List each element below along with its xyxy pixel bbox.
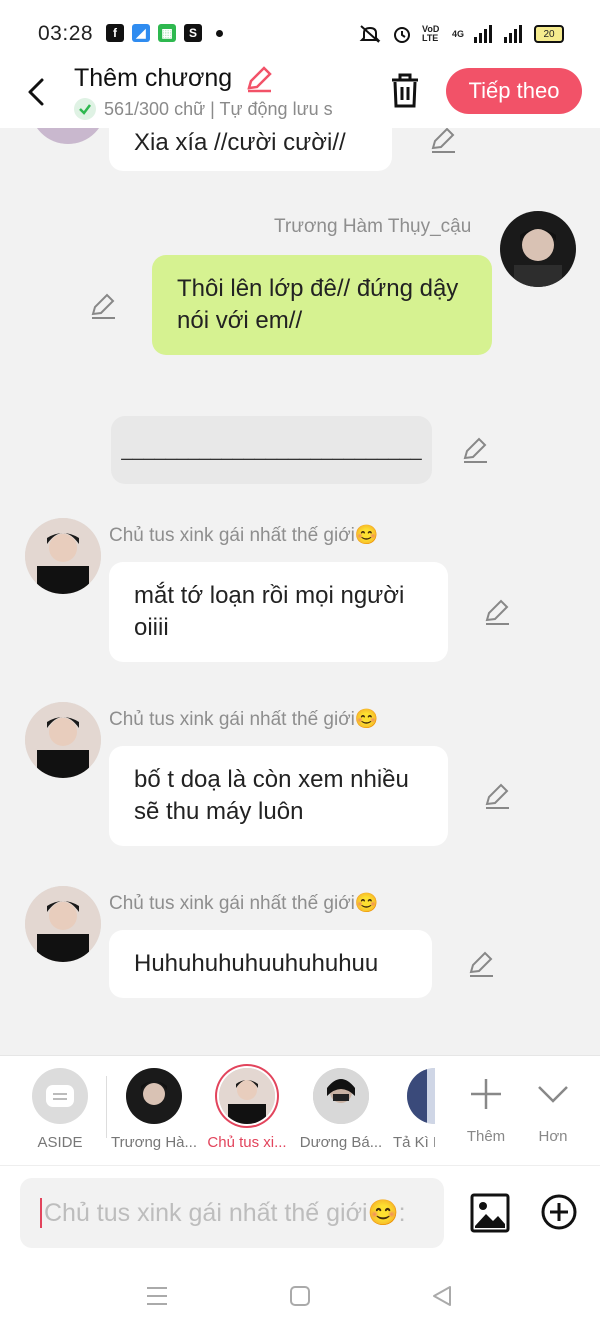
sender-name: Chủ tus xink gái nhất thế giới😊 <box>109 525 379 546</box>
aside-icon <box>32 1068 88 1124</box>
sender-name: Chủ tus xink gái nhất thế giới😊 <box>109 893 379 914</box>
save-status: 561/300 chữ | Tự động lưu s <box>74 96 364 122</box>
divider <box>106 1076 107 1138</box>
sender-name: Chủ tus xink gái nhất thế giới😊 <box>109 709 379 730</box>
message-text: mắt tớ loạn rồi mọi người oiiii <box>134 582 405 641</box>
trash-icon[interactable] <box>388 70 422 110</box>
image-icon[interactable] <box>470 1193 510 1233</box>
home-icon[interactable] <box>289 1285 311 1307</box>
avatar[interactable] <box>25 886 101 962</box>
message-input[interactable]: Chủ tus xink gái nhất thế giới😊: <box>20 1178 444 1248</box>
character-item[interactable]: Trương Hà... <box>109 1068 199 1151</box>
input-bar: Chủ tus xink gái nhất thế giới😊: <box>0 1165 600 1266</box>
chevron-down-icon <box>538 1086 568 1103</box>
edit-message-icon[interactable] <box>88 291 118 321</box>
character-label: ASIDE <box>37 1134 83 1151</box>
avatar <box>219 1068 275 1124</box>
more-label: Hơn <box>538 1128 568 1145</box>
menu-icon[interactable] <box>145 1285 169 1307</box>
store-app-icon: ▦ <box>158 24 176 42</box>
avatar <box>126 1068 182 1124</box>
battery-icon: 20 <box>534 25 564 43</box>
character-label: Dương Bá... <box>299 1134 383 1151</box>
more-button[interactable]: Hơn <box>523 1068 583 1145</box>
avatar[interactable] <box>500 211 576 287</box>
message-text: Thôi lên lớp đê// đứng dậy nói với em// <box>177 275 459 334</box>
mute-icon <box>359 25 381 43</box>
character-label: Trương Hà... <box>110 1134 197 1151</box>
editor-header: Thêm chương 561/300 chữ | Tự động lưu s … <box>0 62 600 128</box>
alarm-icon <box>393 27 410 43</box>
system-icons: VoD LTE 4G 20 <box>358 24 564 44</box>
system-nav-bar <box>0 1265 600 1333</box>
network-label: VoD LTE <box>421 24 440 43</box>
aside-bubble[interactable]: ___________________________ <box>111 416 432 484</box>
facebook-app-icon: f <box>106 24 124 42</box>
add-circle-icon[interactable] <box>540 1193 578 1231</box>
chat-area: Xia xía //cười cười// Trương Hàm Thụy_cậ… <box>0 128 600 1055</box>
input-placeholder: Chủ tus xink gái nhất thế giới😊: <box>44 1198 406 1227</box>
message-bubble[interactable]: Xia xía //cười cười// <box>109 128 392 171</box>
check-icon <box>74 98 96 120</box>
message-bubble[interactable]: Huhuhuhuhuuhuhuhuu <box>109 930 432 998</box>
word-count: 561/300 chữ | Tự động lưu s <box>104 98 333 119</box>
signal-icon <box>474 25 492 43</box>
edit-message-icon[interactable] <box>460 435 490 465</box>
back-nav-icon[interactable] <box>430 1284 454 1308</box>
shopee-app-icon: S <box>184 24 202 42</box>
add-character-button[interactable]: Thêm <box>456 1068 516 1145</box>
plus-icon <box>471 1079 501 1109</box>
signal-2-icon <box>504 25 522 43</box>
edit-message-icon[interactable] <box>482 781 512 811</box>
avatar[interactable] <box>25 702 101 778</box>
character-aside[interactable]: ASIDE <box>15 1068 105 1151</box>
message-text: bố t doạ là còn xem nhiều sẽ thu máy luô… <box>134 766 409 825</box>
avatar[interactable] <box>25 518 101 594</box>
message-text: Xia xía //cười cười// <box>134 128 346 156</box>
aside-text: ___________________________ <box>121 439 422 461</box>
edit-message-icon[interactable] <box>428 128 458 155</box>
avatar <box>313 1068 369 1124</box>
avatar[interactable] <box>30 128 106 144</box>
status-bar: 03:28 f ◢ ▦ S VoD LTE 4G 20 <box>0 0 600 62</box>
message-bubble[interactable]: mắt tớ loạn rồi mọi người oiiii <box>109 562 448 662</box>
character-item-active[interactable]: Chủ tus xi... <box>202 1068 292 1151</box>
messenger-app-icon: ◢ <box>132 24 150 42</box>
edit-title-icon[interactable] <box>244 64 274 94</box>
next-button[interactable]: Tiếp theo <box>446 68 582 114</box>
network-type: 4G <box>451 29 464 39</box>
edit-message-icon[interactable] <box>466 949 496 979</box>
message-bubble[interactable]: Thôi lên lớp đê// đứng dậy nói với em// <box>152 255 492 355</box>
message-text: Huhuhuhuhuuhuhuhuu <box>134 950 379 977</box>
add-label: Thêm <box>466 1128 506 1145</box>
character-bar: ASIDE Trương Hà... Chủ tus xi... Dương B… <box>0 1055 600 1166</box>
message-bubble[interactable]: bố t doạ là còn xem nhiều sẽ thu máy luô… <box>109 746 448 846</box>
character-label: Chủ tus xi... <box>207 1134 287 1151</box>
notification-icons: f ◢ ▦ S <box>106 24 223 42</box>
page-title: Thêm chương <box>74 64 233 92</box>
more-notifications-icon <box>216 29 223 37</box>
character-item[interactable]: Dương Bá... <box>296 1068 386 1151</box>
status-time: 03:28 <box>38 22 94 45</box>
back-button[interactable] <box>22 70 54 110</box>
character-item[interactable]: Tả Kì H <box>389 1068 435 1151</box>
sender-name: Trương Hàm Thụy_cậu <box>274 216 472 237</box>
character-label: Tả Kì H <box>393 1134 435 1151</box>
avatar <box>407 1068 435 1124</box>
edit-message-icon[interactable] <box>482 597 512 627</box>
text-cursor <box>40 1198 42 1228</box>
